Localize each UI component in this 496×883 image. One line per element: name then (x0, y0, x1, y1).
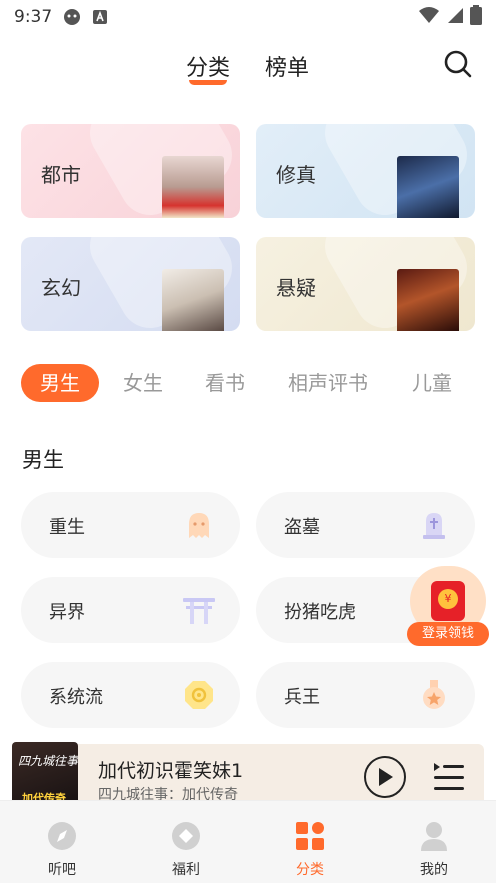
play-icon (379, 768, 393, 786)
bottom-nav: 听吧 福利 分类 我的 (0, 800, 496, 883)
subcategory-system[interactable]: 系统流 (21, 662, 240, 728)
coin-icon: ¥ (438, 589, 458, 609)
category-card-dushi[interactable]: 都市 (21, 124, 240, 218)
wifi-icon (418, 6, 440, 28)
book-cover-image (397, 156, 459, 218)
tab-classify[interactable]: 分类 (186, 50, 230, 82)
ghost-icon (182, 508, 216, 542)
nav-welfare[interactable]: 福利 (146, 819, 226, 879)
nav-label: 我的 (420, 862, 448, 878)
nav-label: 听吧 (48, 862, 76, 878)
medal-icon (417, 678, 451, 712)
cover-title-text: 四九城往事 (18, 754, 78, 768)
status-bar: 9:37 (0, 0, 496, 34)
category-card-xuanyi[interactable]: 悬疑 (256, 237, 475, 331)
book-cover-image (397, 269, 459, 331)
gender-tab-reading[interactable]: 看书 (205, 364, 245, 402)
status-right (418, 5, 482, 29)
compass-icon (45, 819, 79, 853)
user-icon (417, 819, 451, 853)
subcategory-tomb-raiding[interactable]: 盗墓 (256, 492, 475, 558)
subcategory-label: 兵王 (284, 687, 320, 708)
search-button[interactable] (442, 48, 474, 80)
category-label: 悬疑 (276, 276, 316, 300)
category-label: 玄幻 (41, 276, 81, 300)
gender-tab-male[interactable]: 男生 (21, 364, 99, 402)
red-envelope-icon: ¥ (431, 581, 465, 621)
nav-listen[interactable]: 听吧 (22, 819, 102, 879)
red-envelope-label: 登录领钱 (407, 622, 489, 646)
tab-rank[interactable]: 榜单 (265, 50, 309, 82)
header: 分类 榜单 (0, 40, 496, 96)
gender-tab-crosstalk[interactable]: 相声评书 (288, 364, 368, 402)
section-title: 男生 (22, 448, 64, 472)
tombstone-icon (417, 508, 451, 542)
category-label: 修真 (276, 163, 316, 187)
search-icon (444, 50, 472, 78)
playlist-icon (434, 763, 464, 790)
app-notification-icon (62, 7, 82, 27)
subcategory-soldier-king[interactable]: 兵王 (256, 662, 475, 728)
subcategory-other-world[interactable]: 异界 (21, 577, 240, 643)
diamond-icon (169, 819, 203, 853)
subcategory-label: 盗墓 (284, 517, 320, 538)
play-button[interactable] (364, 756, 406, 798)
nav-classify[interactable]: 分类 (270, 819, 350, 879)
subcategory-label: 系统流 (49, 687, 103, 708)
book-cover-image (162, 156, 224, 218)
notification-a-icon (90, 7, 110, 27)
subcategory-label: 异界 (49, 602, 85, 623)
gender-tabs: 男生 女生 看书 相声评书 儿童 (21, 364, 481, 404)
nav-mine[interactable]: 我的 (394, 819, 474, 879)
player-track-title: 加代初识霍笑妹1 (98, 760, 244, 782)
gender-tab-female[interactable]: 女生 (123, 364, 163, 402)
signal-icon (446, 6, 464, 28)
subcategory-label: 扮猪吃虎 (284, 602, 356, 623)
system-chip-icon (182, 678, 216, 712)
battery-icon (470, 5, 482, 29)
playlist-button[interactable] (432, 760, 466, 794)
active-tab-indicator (189, 80, 227, 85)
nav-label: 福利 (172, 862, 200, 878)
red-envelope-login-reward[interactable]: ¥ 登录领钱 (407, 566, 489, 646)
nav-label: 分类 (296, 862, 324, 878)
category-card-xuanhuan[interactable]: 玄幻 (21, 237, 240, 331)
book-cover-image (162, 269, 224, 331)
subcategory-rebirth[interactable]: 重生 (21, 492, 240, 558)
subcategory-label: 重生 (49, 517, 85, 538)
torii-gate-icon (182, 593, 216, 627)
grid-icon (293, 819, 327, 853)
category-card-xiuzhen[interactable]: 修真 (256, 124, 475, 218)
gender-tab-children[interactable]: 儿童 (412, 364, 452, 402)
category-label: 都市 (41, 163, 81, 187)
status-time: 9:37 (14, 7, 53, 27)
